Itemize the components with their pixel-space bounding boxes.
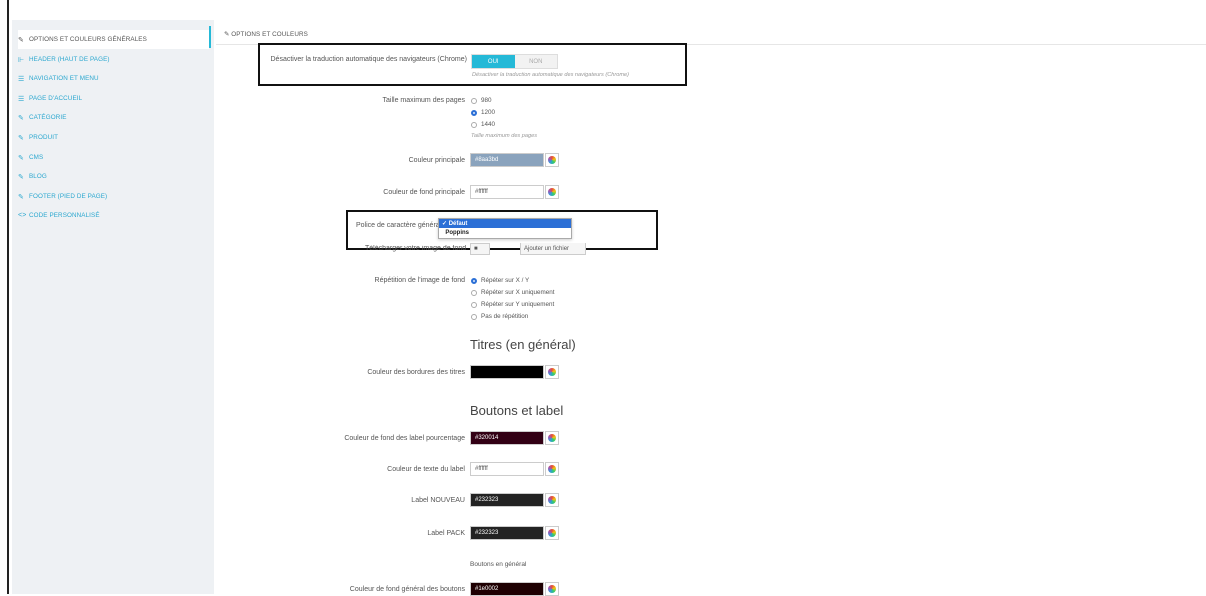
pencil-icon: ✎ — [18, 193, 24, 201]
page-size-help: Taille maximum des pages — [471, 133, 538, 139]
label-pct-bg-input[interactable]: #320014 — [470, 431, 544, 445]
header-icon: ⊩ — [18, 56, 25, 64]
pencil-icon: ✎ — [18, 36, 24, 44]
main-color-input[interactable]: #8aa3bd — [470, 153, 544, 167]
color-wheel-icon — [548, 434, 556, 442]
bg-repeat-y[interactable]: Répéter sur Y uniquement — [471, 301, 554, 308]
sidebar-item-label: PAGE D'ACCUEIL — [29, 95, 83, 102]
section-title-buttons: Boutons et label — [470, 403, 564, 418]
radio-icon — [471, 121, 477, 128]
color-picker-button[interactable] — [545, 431, 559, 445]
sidebar-item-blog[interactable]: ✎ BLOG — [18, 167, 47, 186]
color-picker-button[interactable] — [545, 153, 559, 167]
sidebar-item-home[interactable]: ☰ PAGE D'ACCUEIL — [18, 89, 82, 108]
file-browse-button[interactable]: ■ — [470, 243, 490, 255]
panel-title: ✎ OPTIONS ET COULEURS — [224, 31, 308, 38]
label-text-color-input[interactable]: #ffffff — [470, 462, 544, 476]
color-wheel-icon — [548, 529, 556, 537]
color-picker-button[interactable] — [545, 365, 559, 379]
sidebar: ✎ OPTIONS ET COULEURS GÉNÉRALES ⊩ HEADER… — [12, 20, 214, 594]
sidebar-item-label: PRODUIT — [29, 134, 59, 141]
main-bg-color-input[interactable]: #ffffff — [470, 185, 544, 199]
main-color-label: Couleur principale — [408, 157, 465, 164]
btn-bg-color-label: Couleur de fond général des boutons — [349, 586, 465, 593]
page-size-1440[interactable]: 1440 — [471, 121, 495, 128]
sidebar-item-label: NAVIGATION ET MENU — [29, 75, 99, 82]
color-picker-button[interactable] — [545, 185, 559, 199]
radio-checked-icon — [471, 277, 477, 284]
sidebar-item-header[interactable]: ⊩ HEADER (HAUT DE PAGE) — [18, 50, 110, 69]
color-wheel-icon — [548, 156, 556, 164]
bg-image-label: Télécharger votre image de fond — [365, 245, 467, 252]
title-border-color-input[interactable] — [470, 365, 544, 379]
pencil-icon: ✎ — [18, 114, 24, 122]
sidebar-item-footer[interactable]: ✎ FOOTER (PIED DE PAGE) — [18, 187, 107, 206]
sidebar-item-label: FOOTER (PIED DE PAGE) — [29, 193, 108, 200]
annotation-box — [258, 43, 687, 86]
title-border-color-label: Couleur des bordures des titres — [367, 369, 465, 376]
radio-icon — [471, 97, 477, 104]
main-bg-color-label: Couleur de fond principale — [383, 189, 465, 196]
add-file-button[interactable]: Ajouter un fichier — [520, 243, 586, 255]
code-icon: <> — [18, 212, 27, 219]
color-picker-button[interactable] — [545, 462, 559, 476]
subhead-buttons-general: Boutons en général — [470, 561, 527, 568]
window-edge — [7, 0, 9, 594]
label-pack-label: Label PACK — [427, 530, 465, 537]
page-size-980[interactable]: 980 — [471, 97, 492, 104]
sidebar-item-label: OPTIONS ET COULEURS GÉNÉRALES — [29, 36, 147, 43]
bg-repeat-label: Répétition de l'image de fond — [374, 277, 465, 284]
color-wheel-icon — [548, 585, 556, 593]
pencil-icon: ✎ — [18, 173, 24, 181]
label-pct-bg-label: Couleur de fond des label pourcentage — [344, 435, 465, 442]
sidebar-item-navigation[interactable]: ☰ NAVIGATION ET MENU — [18, 69, 99, 88]
radio-icon — [471, 313, 477, 320]
annotation-box — [346, 210, 658, 250]
page-size-label: Taille maximum des pages — [382, 97, 465, 104]
active-tab-indicator — [209, 26, 211, 48]
pencil-icon: ✎ — [224, 31, 230, 38]
sidebar-item-label: CMS — [29, 154, 44, 161]
sidebar-item-cms[interactable]: ✎ CMS — [18, 148, 43, 167]
color-picker-button[interactable] — [545, 526, 559, 540]
bg-repeat-x[interactable]: Répéter sur X uniquement — [471, 289, 555, 296]
color-wheel-icon — [548, 465, 556, 473]
panel-title-text: OPTIONS ET COULEURS — [231, 31, 308, 38]
sidebar-item-category[interactable]: ✎ CATÉGORIE — [18, 108, 67, 127]
sidebar-item-label: HEADER (HAUT DE PAGE) — [29, 56, 110, 63]
label-text-color-label: Couleur de texte du label — [387, 466, 465, 473]
top-bar — [0, 0, 1206, 20]
pencil-icon: ✎ — [18, 154, 24, 162]
sidebar-item-label: CODE PERSONNALISÉ — [29, 212, 100, 219]
pencil-icon: ✎ — [18, 134, 24, 142]
sidebar-item-product[interactable]: ✎ PRODUIT — [18, 128, 58, 147]
sidebar-item-general-options[interactable]: ✎ OPTIONS ET COULEURS GÉNÉRALES — [18, 30, 209, 49]
sidebar-item-label: CATÉGORIE — [29, 114, 67, 121]
bg-repeat-none[interactable]: Pas de répétition — [471, 313, 528, 320]
label-pack-input[interactable]: #232323 — [470, 526, 544, 540]
menu-icon: ☰ — [18, 75, 25, 83]
radio-icon — [471, 289, 477, 296]
sidebar-item-label: BLOG — [29, 173, 47, 180]
radio-checked-icon — [471, 109, 477, 116]
settings-panel: ✎ OPTIONS ET COULEURS — [216, 20, 1206, 594]
color-wheel-icon — [548, 368, 556, 376]
color-picker-button[interactable] — [545, 493, 559, 507]
label-new-input[interactable]: #232323 — [470, 493, 544, 507]
color-wheel-icon — [548, 496, 556, 504]
page-size-1200[interactable]: 1200 — [471, 109, 495, 116]
sidebar-item-custom-code[interactable]: <> CODE PERSONNALISÉ — [18, 206, 100, 225]
menu-icon: ☰ — [18, 95, 25, 103]
color-wheel-icon — [548, 188, 556, 196]
bg-repeat-xy[interactable]: Répéter sur X / Y — [471, 277, 529, 284]
label-new-label: Label NOUVEAU — [411, 497, 465, 504]
section-title-titles: Titres (en général) — [470, 337, 576, 352]
radio-icon — [471, 301, 477, 308]
